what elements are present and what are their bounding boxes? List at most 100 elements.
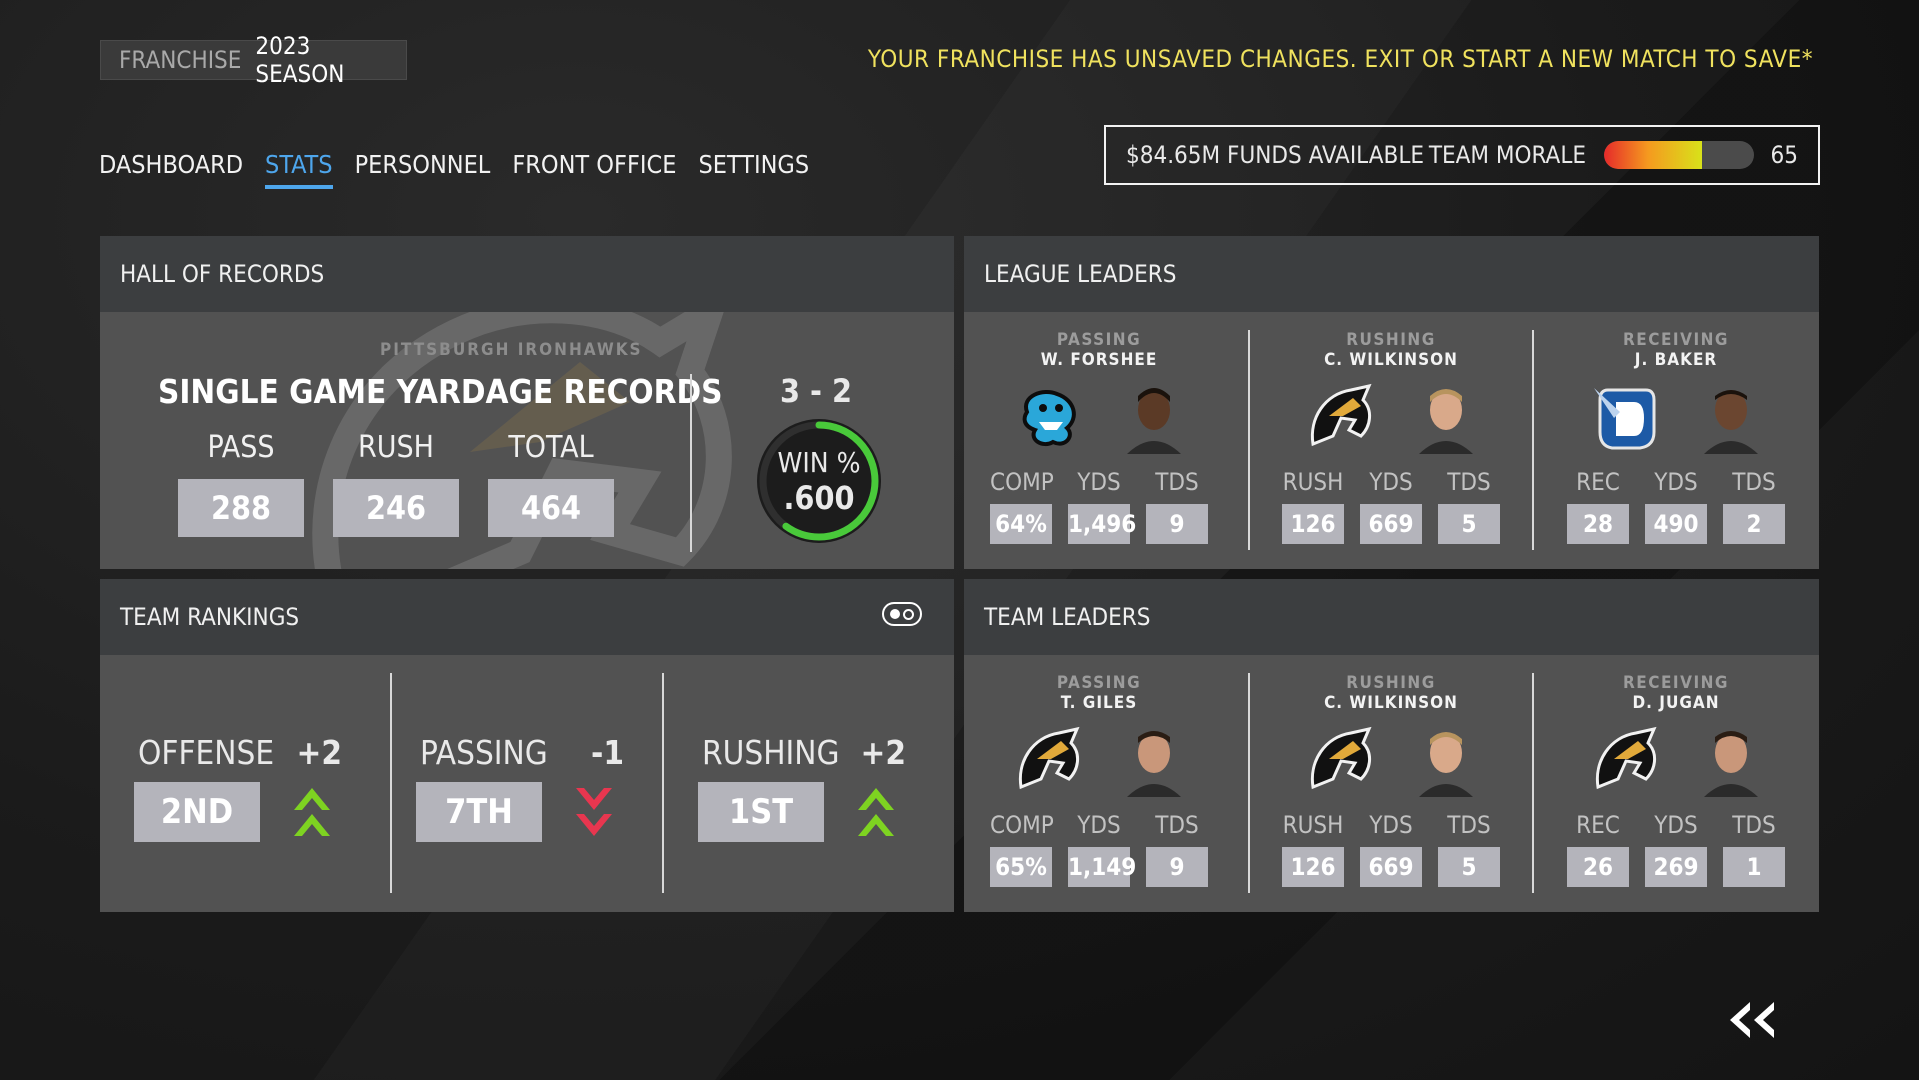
stat-label: TDS	[1732, 468, 1776, 496]
ironhawks-logo-icon	[1595, 726, 1657, 790]
stat-label: REC	[1576, 468, 1620, 496]
stat-label: COMP	[990, 468, 1054, 496]
record-total-label: TOTAL	[508, 430, 594, 465]
league-leaders-body: PASSING W. FORSHEE COMP YDS TDS 64% 1,49…	[964, 312, 1819, 569]
rank-value: 1ST	[698, 782, 824, 842]
stat-value: 669	[1360, 847, 1422, 887]
tab-personnel[interactable]: PERSONNEL	[355, 150, 491, 189]
hall-of-records-panel: HALL OF RECORDS PITTSBURGH IRONHAWKS SIN…	[100, 236, 954, 569]
double-chevron-left-icon[interactable]	[1724, 998, 1780, 1042]
franchise-label: FRANCHISE	[119, 46, 242, 74]
rank-offense: OFFENSE +2 2ND	[134, 733, 354, 842]
record-pass-label: PASS	[207, 430, 275, 465]
stat-label: REC	[1576, 811, 1620, 839]
stat-value: 65%	[990, 847, 1052, 887]
tab-front-office[interactable]: FRONT OFFICE	[512, 150, 676, 189]
win-percent-label: WIN %	[777, 445, 861, 479]
unsaved-changes-notice: YOUR FRANCHISE HAS UNSAVED CHANGES. EXIT…	[867, 45, 1813, 73]
team-leader-rushing: RUSHING C. WILKINSON RUSH YDS TDS 126 66…	[1256, 673, 1526, 887]
rank-passing: PASSING -1 7TH	[416, 733, 636, 842]
hall-of-records-title: HALL OF RECORDS	[100, 236, 954, 312]
team-morale-fill	[1604, 141, 1702, 169]
leader-category: RECEIVING	[1623, 330, 1729, 350]
team-rankings-title: TEAM RANKINGS	[100, 579, 954, 655]
records-title: SINGLE GAME YARDAGE RECORDS	[158, 372, 723, 411]
rank-label: RUSHING	[702, 733, 840, 772]
player-portrait-icon	[1704, 390, 1758, 454]
record-rush-label: RUSH	[358, 430, 434, 465]
rank-label: PASSING	[420, 733, 548, 772]
stat-value: 126	[1282, 847, 1344, 887]
divider	[1532, 673, 1534, 893]
stat-value: 26	[1567, 847, 1629, 887]
win-percentage-ring: WIN % .600	[752, 414, 886, 548]
team-leader-receiving: RECEIVING D. JUGAN REC YDS TDS 26 269 1	[1541, 673, 1811, 887]
stat-value: 1	[1723, 847, 1785, 887]
divider	[1532, 330, 1534, 550]
team-leader-passing: PASSING T. GILES COMP YDS TDS 65% 1,149 …	[964, 673, 1234, 887]
leader-player-name: W. FORSHEE	[1040, 350, 1158, 370]
record-pass: PASS 288	[178, 430, 304, 537]
tab-stats[interactable]: STATS	[265, 150, 333, 189]
stat-value: 9	[1146, 504, 1208, 544]
record-pass-value: 288	[178, 479, 304, 537]
stat-label: YDS	[1077, 468, 1121, 496]
franchise-season-badge: FRANCHISE 2023 SEASON	[100, 32, 407, 88]
stat-value: 28	[1567, 504, 1629, 544]
rank-change: +2	[296, 733, 342, 772]
stat-label: TDS	[1155, 811, 1199, 839]
player-portrait-icon	[1127, 731, 1181, 797]
team-rankings-title-text: TEAM RANKINGS	[120, 603, 300, 631]
team-morale-value: 65	[1770, 141, 1798, 169]
team-morale-bar	[1604, 141, 1754, 169]
tab-dashboard[interactable]: DASHBOARD	[99, 150, 243, 189]
stat-value: 5	[1438, 504, 1500, 544]
record-total: TOTAL 464	[488, 430, 614, 537]
leader-category: RUSHING	[1346, 330, 1436, 350]
funds-morale-box: $84.65M FUNDS AVAILABLE TEAM MORALE 65	[1104, 125, 1820, 185]
leader-category: PASSING	[1056, 330, 1142, 350]
tab-settings[interactable]: SETTINGS	[698, 150, 809, 189]
stat-label: TDS	[1447, 468, 1491, 496]
leader-category: PASSING	[1056, 673, 1142, 693]
record-rush: RUSH 246	[333, 430, 459, 537]
hall-of-records-body: PITTSBURGH IRONHAWKS SINGLE GAME YARDAGE…	[100, 282, 954, 569]
divider	[390, 673, 392, 893]
record-total-value: 464	[488, 479, 614, 537]
leader-category: RUSHING	[1346, 673, 1436, 693]
stat-value: 2	[1723, 504, 1785, 544]
stat-label: TDS	[1447, 811, 1491, 839]
funds-available: $84.65M FUNDS AVAILABLE	[1126, 141, 1424, 169]
rank-up-arrow-icon	[294, 788, 330, 836]
stat-value: 64%	[990, 504, 1052, 544]
stat-label: RUSH	[1282, 811, 1344, 839]
rank-change: -1	[591, 733, 624, 772]
league-leader-passing: PASSING W. FORSHEE COMP YDS TDS 64% 1,49…	[964, 330, 1234, 544]
team-rankings-body: OFFENSE +2 2ND PASSING -1 7TH RUSHING +2…	[100, 655, 954, 912]
leader-player-name: J. BAKER	[1634, 350, 1718, 370]
team-name: PITTSBURGH IRONHAWKS	[380, 340, 643, 360]
rank-down-arrow-icon	[576, 788, 612, 836]
stat-label: TDS	[1155, 468, 1199, 496]
divider	[1248, 673, 1250, 893]
stat-value: 126	[1282, 504, 1344, 544]
stat-value: 669	[1360, 504, 1422, 544]
leader-player-name: C. WILKINSON	[1324, 350, 1458, 370]
rank-label: OFFENSE	[138, 733, 275, 772]
stat-value: 9	[1146, 847, 1208, 887]
leader-player-name: D. JUGAN	[1632, 693, 1720, 713]
stat-value: 1,149	[1068, 847, 1136, 887]
divider	[690, 374, 692, 552]
stat-label: COMP	[990, 811, 1054, 839]
team-leaders-panel: TEAM LEADERS PASSING T. GILES COMP YDS T…	[964, 579, 1819, 912]
rank-change: +2	[860, 733, 906, 772]
league-leader-receiving: RECEIVING J. BAKER REC YDS TDS 28 490 2	[1541, 330, 1811, 544]
stat-label: TDS	[1732, 811, 1776, 839]
team-leaders-body: PASSING T. GILES COMP YDS TDS 65% 1,149 …	[964, 655, 1819, 912]
toggle-icon[interactable]	[882, 602, 922, 626]
league-leaders-panel: LEAGUE LEADERS PASSING W. FORSHEE COMP Y…	[964, 236, 1819, 569]
rocket-shield-logo-icon	[1594, 388, 1656, 450]
player-portrait-icon	[1419, 732, 1473, 797]
stat-value: 490	[1645, 504, 1707, 544]
record-rush-value: 246	[333, 479, 459, 537]
